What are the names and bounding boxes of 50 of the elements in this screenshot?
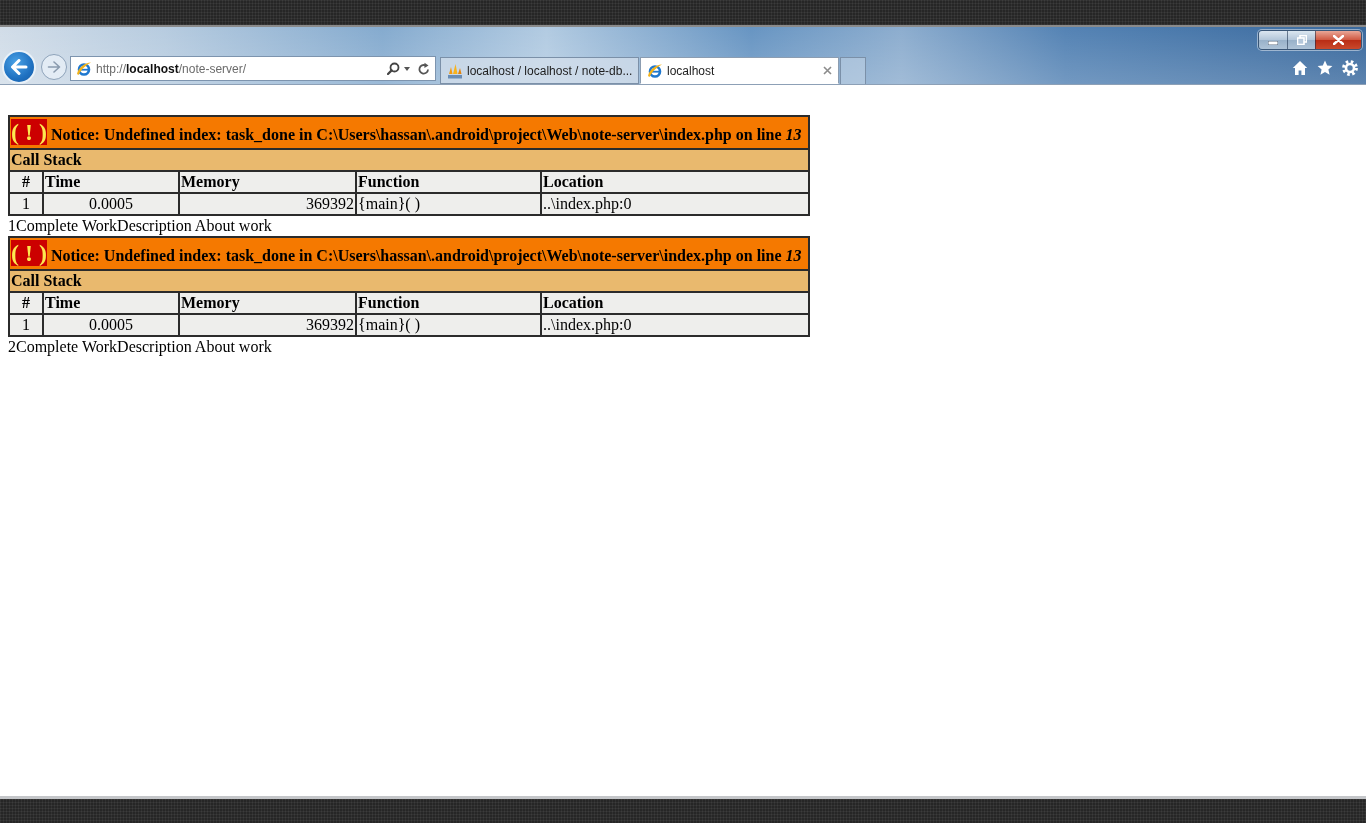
column-header: Location bbox=[541, 292, 810, 314]
browser-tab[interactable]: localhost / localhost / note-db... bbox=[440, 57, 639, 84]
output-text: 1Complete WorkDescription About work bbox=[8, 216, 272, 236]
column-header: Location bbox=[541, 171, 810, 193]
refresh-icon[interactable] bbox=[418, 62, 430, 75]
arrow-left-icon bbox=[10, 59, 28, 75]
restore-icon bbox=[1296, 35, 1307, 45]
table-cell: 0.0005 bbox=[43, 314, 179, 336]
table-cell: 369392 bbox=[179, 193, 356, 215]
column-header: Memory bbox=[179, 292, 356, 314]
column-header: Time bbox=[43, 292, 179, 314]
column-header: Function bbox=[356, 171, 541, 193]
address-field[interactable]: http://localhost/note-server/ bbox=[70, 56, 436, 81]
call-stack-heading: Call Stack bbox=[9, 270, 810, 292]
arrow-right-icon bbox=[47, 61, 61, 73]
column-header: # bbox=[9, 292, 43, 314]
sails-icon bbox=[447, 62, 463, 79]
logo-icon bbox=[76, 60, 92, 77]
search-icon[interactable] bbox=[387, 62, 400, 75]
column-header: # bbox=[9, 171, 43, 193]
notice-message: Notice: Undefined index: task_done in C:\Users\hassan\.android\project\Web\note-server\index.php on line 13 bbox=[51, 247, 802, 264]
table-cell: ..\index.php:0 bbox=[541, 314, 810, 336]
close-icon bbox=[1333, 35, 1344, 45]
table-cell: ..\index.php:0 bbox=[541, 193, 810, 215]
logo-icon bbox=[647, 62, 663, 79]
error-marker: ( ! ) bbox=[11, 240, 47, 266]
table-cell: 0.0005 bbox=[43, 193, 179, 215]
call-stack-heading: Call Stack bbox=[9, 149, 810, 171]
table-cell: 1 bbox=[9, 314, 43, 336]
table-cell: 1 bbox=[9, 193, 43, 215]
notice-message: Notice: Undefined index: task_done in C:\Users\hassan\.android\project\Web\note-server\index.php on line 13 bbox=[51, 126, 802, 143]
url-text: http://localhost/note-server/ bbox=[96, 61, 248, 76]
error-marker: ( ! ) bbox=[11, 119, 47, 145]
close-button[interactable] bbox=[1315, 31, 1361, 49]
column-header: Time bbox=[43, 171, 179, 193]
table-cell: {main}( ) bbox=[356, 193, 541, 215]
table-cell: 369392 bbox=[179, 314, 356, 336]
column-header: Memory bbox=[179, 171, 356, 193]
restore-button[interactable] bbox=[1287, 31, 1315, 49]
column-header: Function bbox=[356, 292, 541, 314]
star-icon[interactable] bbox=[1317, 60, 1333, 76]
caret-icon[interactable] bbox=[404, 66, 410, 71]
output-text: 2Complete WorkDescription About work bbox=[8, 337, 272, 357]
browser-tab[interactable]: localhost bbox=[640, 57, 839, 84]
settings-icon[interactable] bbox=[1342, 60, 1358, 76]
table-cell: {main}( ) bbox=[356, 314, 541, 336]
close-icon[interactable] bbox=[823, 66, 832, 75]
minimize-icon bbox=[1268, 41, 1278, 45]
back-button[interactable] bbox=[2, 50, 36, 84]
home-icon[interactable] bbox=[1292, 60, 1308, 76]
